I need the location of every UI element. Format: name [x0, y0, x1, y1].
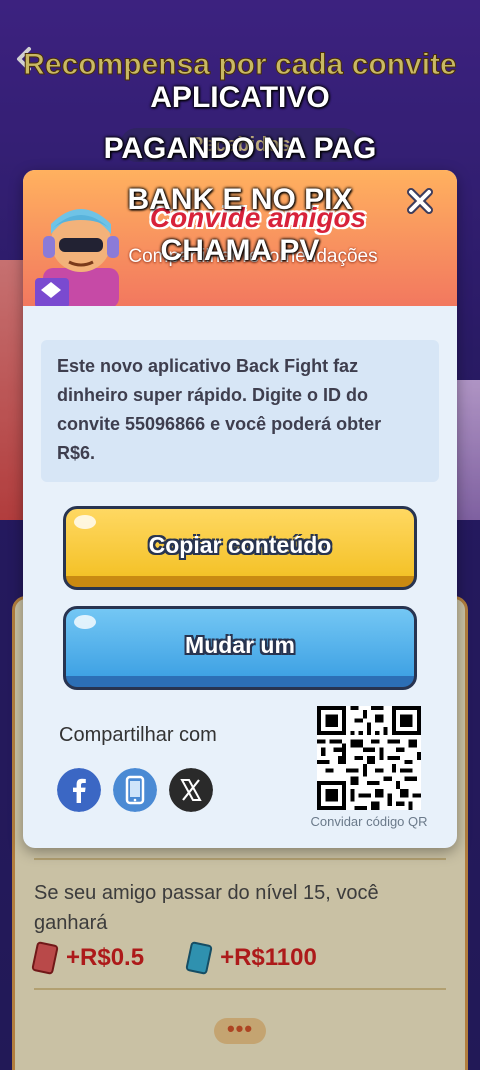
- copy-content-label: Copiar conteúdo: [148, 532, 332, 558]
- phone-icon[interactable]: [113, 768, 157, 812]
- invite-message-box: Este novo aplicativo Back Fight faz dinh…: [41, 340, 439, 482]
- caption-line: APLICATIVO: [150, 81, 330, 114]
- invite-message-text: Este novo aplicativo Back Fight faz dinh…: [57, 356, 382, 463]
- change-one-label: Mudar um: [185, 632, 295, 658]
- qr-code-label: Convidar código QR: [310, 814, 428, 829]
- video-caption: APLICATIVO PAGANDO NA PAG BANK E NO PIX …: [0, 72, 480, 276]
- x-icon[interactable]: [169, 768, 213, 812]
- facebook-icon[interactable]: [57, 768, 101, 812]
- caption-line: BANK E NO PIX: [127, 183, 353, 216]
- qr-code: [317, 706, 421, 810]
- change-one-button[interactable]: Mudar um: [63, 606, 417, 690]
- share-label: Compartilhar com: [59, 724, 217, 746]
- caption-line: CHAMA PV: [160, 234, 320, 267]
- caption-line: PAGANDO NA PAG: [103, 132, 377, 165]
- share-icons-row: [57, 768, 213, 812]
- copy-content-button[interactable]: Copiar conteúdo: [63, 506, 417, 590]
